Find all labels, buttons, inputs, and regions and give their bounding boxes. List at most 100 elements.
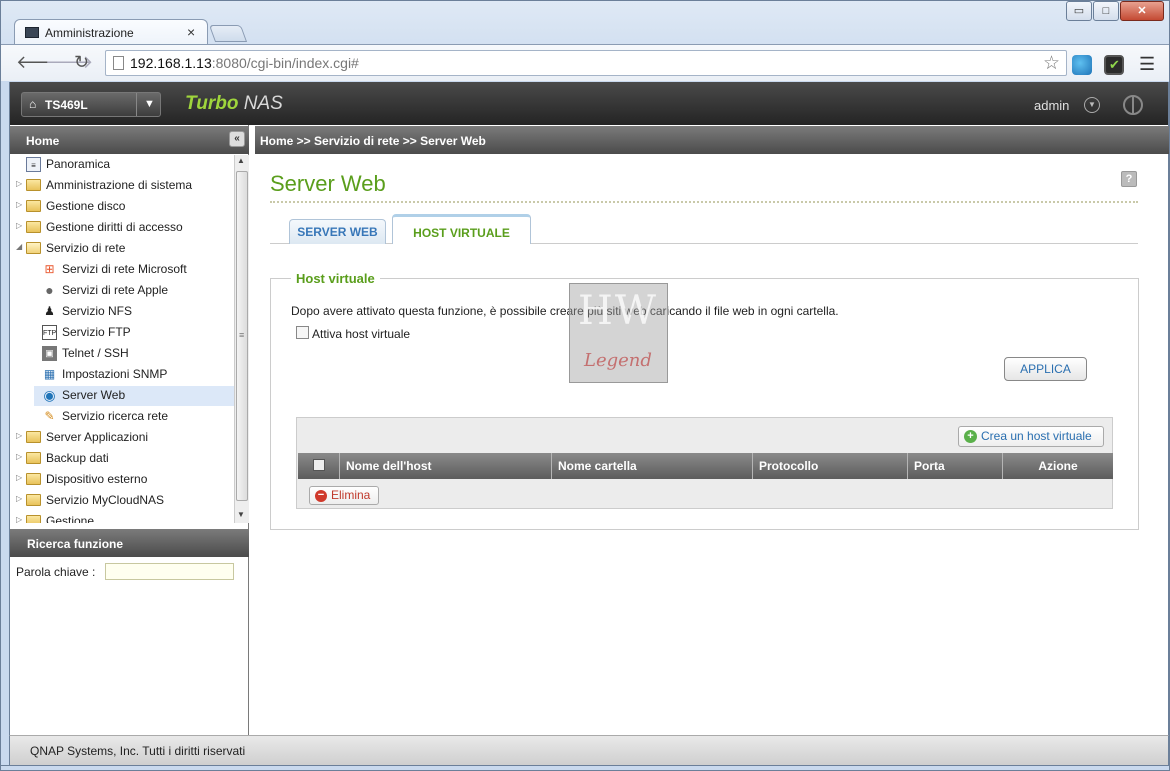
folder-icon bbox=[26, 200, 41, 212]
column-header-action: Azione bbox=[1038, 459, 1078, 473]
tree-item-microsoft[interactable]: ⊞ Servizi di rete Microsoft bbox=[10, 260, 234, 280]
tree-item-dispositivo-esterno[interactable]: ▷ Dispositivo esterno bbox=[10, 470, 234, 490]
home-icon: ⌂ bbox=[29, 97, 37, 111]
table-header: Nome dell'host Nome cartella Protocollo … bbox=[298, 453, 1113, 479]
enable-checkbox[interactable] bbox=[296, 326, 309, 339]
linux-icon: ♟ bbox=[44, 304, 55, 318]
scroll-up-icon[interactable]: ▲ bbox=[237, 156, 245, 165]
folder-icon bbox=[26, 431, 41, 443]
user-menu-arrow-icon[interactable]: ▼ bbox=[1084, 97, 1100, 113]
monitor-icon bbox=[25, 27, 39, 38]
browser-toolbar: 🡐 🡒 ↻ 192.168.1.13:8080/cgi-bin/index.cg… bbox=[1, 44, 1169, 81]
create-host-button[interactable]: + Crea un host virtuale bbox=[958, 426, 1104, 447]
select-all-cell bbox=[298, 453, 340, 479]
tree-item-nfs[interactable]: ♟ Servizio NFS bbox=[10, 302, 234, 322]
url-text: 192.168.1.13:8080/cgi-bin/index.cgi# bbox=[130, 55, 359, 71]
tree-item-server-web[interactable]: ◉ Server Web bbox=[34, 386, 234, 406]
host-grid: + Crea un host virtuale Nome dell'host N… bbox=[296, 417, 1113, 509]
skype-extension-icon[interactable] bbox=[1072, 55, 1092, 75]
new-tab-button[interactable] bbox=[208, 25, 248, 42]
copyright-text: QNAP Systems, Inc. Tutti i diritti riser… bbox=[30, 744, 246, 758]
minimize-button[interactable]: ▭ bbox=[1066, 1, 1092, 21]
windows-icon: ⊞ bbox=[44, 262, 55, 276]
folder-icon bbox=[26, 473, 41, 485]
tree-item-server-applicazioni[interactable]: ▷ Server Applicazioni bbox=[10, 428, 234, 448]
dropdown-arrow-icon: ▼ bbox=[144, 98, 155, 110]
column-header-host[interactable]: Nome dell'host bbox=[340, 453, 552, 479]
close-window-button[interactable]: ✕ bbox=[1120, 1, 1164, 21]
tree-item-panoramica[interactable]: ≡ Panoramica bbox=[10, 155, 234, 175]
tree-item-diritti-accesso[interactable]: ▷ Gestione diritti di accesso bbox=[10, 218, 234, 238]
column-header-port[interactable]: Porta bbox=[908, 453, 1003, 479]
scroll-down-icon[interactable]: ▼ bbox=[237, 510, 245, 519]
minus-icon: − bbox=[315, 490, 327, 502]
collapse-arrow-icon[interactable]: ◢ bbox=[16, 242, 22, 251]
close-tab-icon[interactable]: × bbox=[187, 24, 195, 40]
footer: QNAP Systems, Inc. Tutti i diritti riser… bbox=[9, 735, 1169, 765]
expand-arrow-icon[interactable]: ▷ bbox=[16, 431, 22, 440]
page-icon bbox=[113, 56, 124, 70]
watermark-bottom-text: Legend bbox=[584, 350, 652, 371]
address-bar[interactable]: 192.168.1.13:8080/cgi-bin/index.cgi# ☆ bbox=[105, 50, 1067, 76]
expand-arrow-icon[interactable]: ▷ bbox=[16, 179, 22, 188]
checkmark-extension-icon[interactable] bbox=[1104, 55, 1124, 75]
folder-icon bbox=[26, 179, 41, 191]
globe-icon: ◉ bbox=[43, 387, 56, 403]
folder-icon bbox=[26, 494, 41, 506]
user-name[interactable]: admin bbox=[1034, 98, 1069, 113]
select-all-checkbox[interactable] bbox=[313, 459, 325, 471]
menu-icon[interactable]: ☰ bbox=[1139, 54, 1155, 75]
reload-icon[interactable]: ↻ bbox=[74, 53, 89, 71]
expand-arrow-icon[interactable]: ▷ bbox=[16, 473, 22, 482]
expand-arrow-icon[interactable]: ▷ bbox=[16, 221, 22, 230]
tab-server-web[interactable]: SERVER WEB bbox=[289, 219, 386, 244]
search-network-icon: ✎ bbox=[44, 409, 55, 423]
browser-tab[interactable]: Amministrazione × bbox=[14, 19, 208, 45]
delete-label: Elimina bbox=[331, 488, 371, 502]
tree-item-amministrazione[interactable]: ▷ Amministrazione di sistema bbox=[10, 176, 234, 196]
tree-item-gestione-disco[interactable]: ▷ Gestione disco bbox=[10, 197, 234, 217]
expand-arrow-icon[interactable]: ▷ bbox=[16, 452, 22, 461]
tree-item-backup[interactable]: ▷ Backup dati bbox=[10, 449, 234, 469]
snmp-icon: ▦ bbox=[43, 367, 56, 381]
tree-item-apple[interactable]: ● Servizi di rete Apple bbox=[10, 281, 234, 301]
search-panel-header: Ricerca funzione bbox=[10, 529, 249, 557]
tab-title: Amministrazione bbox=[45, 26, 134, 40]
language-globe-icon[interactable] bbox=[1123, 95, 1143, 115]
tree-item-ftp[interactable]: FTP Servizio FTP bbox=[10, 323, 234, 343]
ftp-icon: FTP bbox=[42, 325, 57, 340]
apply-button[interactable]: APPLICA bbox=[1004, 357, 1087, 381]
tree-item-telnet[interactable]: ▣ Telnet / SSH bbox=[10, 344, 234, 364]
tree-item-gestione[interactable]: ▷ Gestione bbox=[10, 512, 234, 523]
tree-scrollbar[interactable]: ▲ ≡ ▼ bbox=[234, 155, 249, 523]
plus-icon: + bbox=[964, 430, 977, 443]
maximize-button[interactable]: □ bbox=[1093, 1, 1119, 21]
device-selector[interactable]: ⌂ TS469L ▼ bbox=[21, 92, 161, 117]
bookmark-star-icon[interactable]: ☆ bbox=[1043, 52, 1060, 75]
apple-icon: ● bbox=[45, 282, 54, 298]
tree-item-ricerca-rete[interactable]: ✎ Servizio ricerca rete bbox=[10, 407, 234, 427]
tab-host-virtuale[interactable]: HOST VIRTUALE bbox=[392, 214, 531, 244]
main-content: Home >> Servizio di rete >> Server Web S… bbox=[255, 125, 1169, 735]
page-title: Server Web bbox=[270, 171, 386, 196]
keyword-input[interactable] bbox=[105, 563, 234, 580]
tree-item-servizio-rete[interactable]: ◢ Servizio di rete bbox=[10, 239, 234, 259]
expand-arrow-icon[interactable]: ▷ bbox=[16, 515, 22, 523]
expand-arrow-icon[interactable]: ▷ bbox=[16, 200, 22, 209]
help-icon[interactable]: ? bbox=[1121, 171, 1137, 187]
expand-arrow-icon[interactable]: ▷ bbox=[16, 494, 22, 503]
device-name: TS469L bbox=[45, 98, 88, 112]
enable-label[interactable]: Attiva host virtuale bbox=[312, 327, 410, 341]
home-panel-header: Home « bbox=[10, 126, 249, 154]
column-header-protocol[interactable]: Protocollo bbox=[753, 453, 908, 479]
search-panel-title: Ricerca funzione bbox=[27, 537, 124, 551]
tree-item-snmp[interactable]: ▦ Impostazioni SNMP bbox=[10, 365, 234, 385]
window-frame-bottom bbox=[0, 765, 1170, 771]
column-header-folder[interactable]: Nome cartella bbox=[552, 453, 753, 479]
tree-item-mycloudnas[interactable]: ▷ Servizio MyCloudNAS bbox=[10, 491, 234, 511]
divider bbox=[270, 201, 1138, 203]
delete-button[interactable]: − Elimina bbox=[309, 486, 379, 505]
collapse-panel-icon[interactable]: « bbox=[229, 131, 245, 147]
description-text: Dopo avere attivato questa funzione, è p… bbox=[291, 304, 839, 318]
home-panel-title: Home bbox=[26, 134, 60, 148]
